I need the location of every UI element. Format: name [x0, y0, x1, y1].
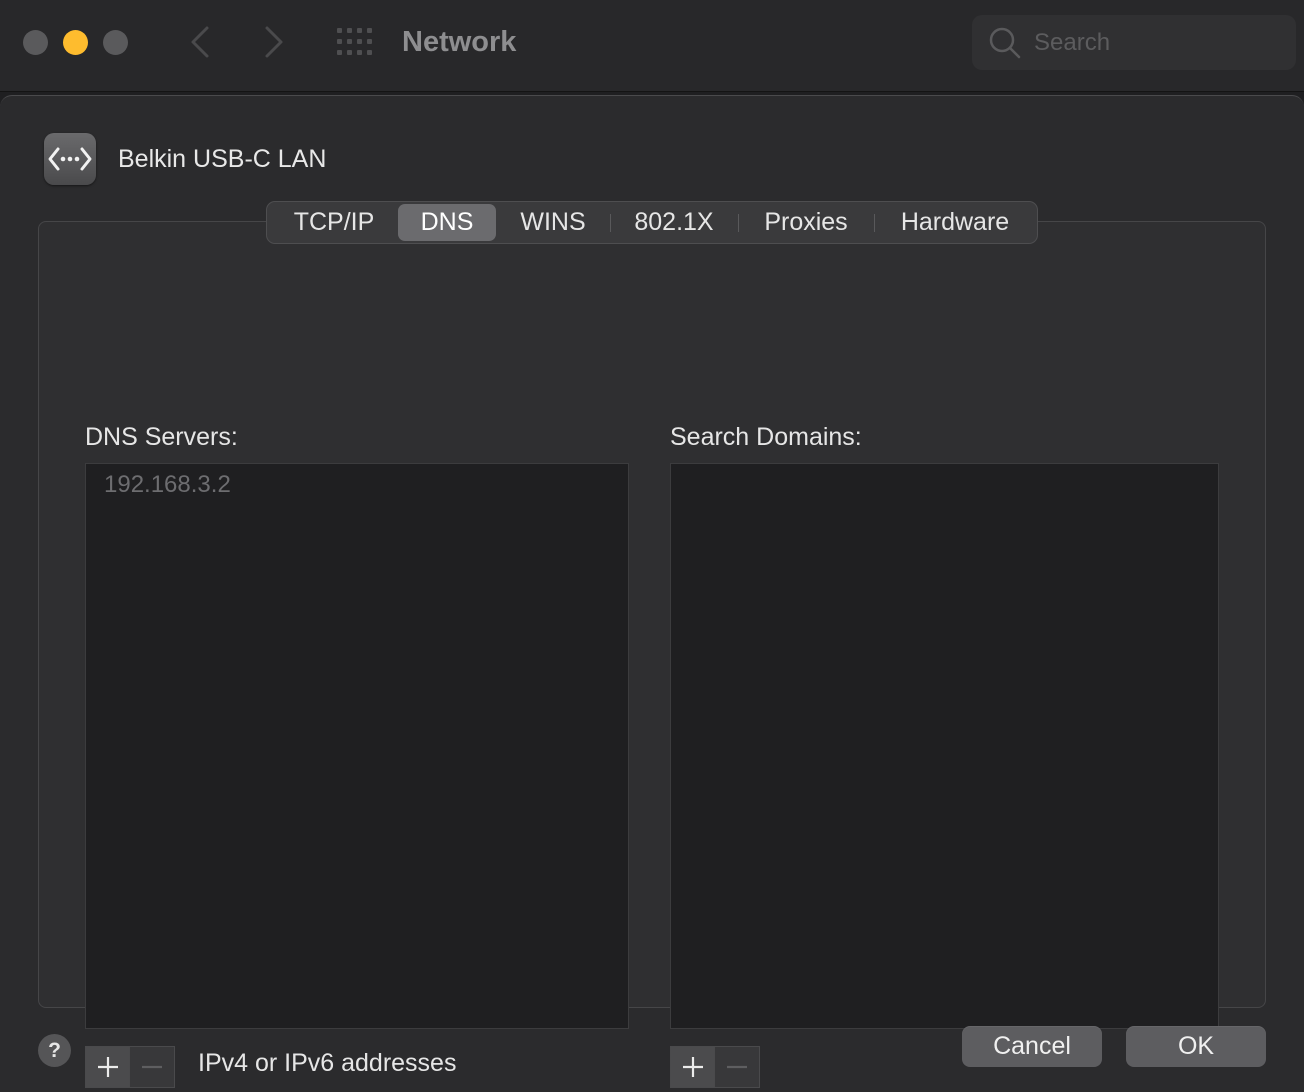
search-domains-list[interactable] — [670, 463, 1219, 1029]
chevron-left-icon — [191, 26, 209, 58]
cancel-button[interactable]: Cancel — [962, 1026, 1102, 1067]
chevron-right-icon — [265, 26, 283, 58]
zoom-button[interactable] — [103, 30, 128, 55]
tab-dns[interactable]: DNS — [398, 204, 496, 241]
tab-hardware[interactable]: Hardware — [874, 204, 1036, 241]
dns-hint-text: IPv4 or IPv6 addresses — [198, 1049, 457, 1077]
title-bar: Network — [0, 0, 1304, 92]
grid-icon — [337, 28, 372, 55]
search-icon — [989, 27, 1021, 59]
dns-panel: DNS Servers: 192.168.3.2 Search Domains:… — [38, 221, 1266, 1088]
help-button[interactable]: ? — [38, 1034, 71, 1067]
tab-proxies[interactable]: Proxies — [738, 204, 874, 241]
network-sheet: Belkin USB-C LAN DNS Servers: 192.168.3.… — [0, 95, 1304, 1092]
tab-tcpip[interactable]: TCP/IP — [270, 204, 398, 241]
window-title: Network — [402, 26, 517, 58]
search-input[interactable] — [1034, 25, 1274, 61]
dns-servers-list[interactable]: 192.168.3.2 — [85, 463, 629, 1029]
show-all-button[interactable] — [336, 27, 374, 57]
search-domains-add-remove — [670, 1046, 760, 1088]
plus-icon — [97, 1057, 118, 1077]
ok-button[interactable]: OK — [1126, 1026, 1266, 1067]
tab-8021x[interactable]: 802.1X — [610, 204, 738, 241]
remove-search-domain-button[interactable] — [715, 1046, 760, 1088]
ethernet-arrows-icon — [48, 147, 92, 171]
minimize-button[interactable] — [63, 30, 88, 55]
dns-servers-label: DNS Servers: — [85, 423, 238, 451]
minus-icon — [142, 1065, 162, 1069]
tab-wins[interactable]: WINS — [496, 204, 610, 241]
interface-name: Belkin USB-C LAN — [118, 145, 327, 173]
remove-dns-server-button[interactable] — [130, 1046, 175, 1088]
dns-servers-add-remove — [85, 1046, 175, 1088]
forward-button[interactable] — [262, 25, 286, 59]
search-field[interactable] — [972, 15, 1296, 70]
add-dns-server-button[interactable] — [85, 1046, 130, 1088]
tab-bar: TCP/IP DNS WINS 802.1X Proxies Hardware — [266, 201, 1038, 244]
interface-icon — [44, 133, 96, 185]
back-button[interactable] — [188, 25, 212, 59]
close-button[interactable] — [23, 30, 48, 55]
plus-icon — [682, 1057, 703, 1077]
add-search-domain-button[interactable] — [670, 1046, 715, 1088]
minus-icon — [727, 1065, 747, 1069]
search-domains-label: Search Domains: — [670, 423, 862, 451]
list-item[interactable]: 192.168.3.2 — [104, 470, 231, 500]
